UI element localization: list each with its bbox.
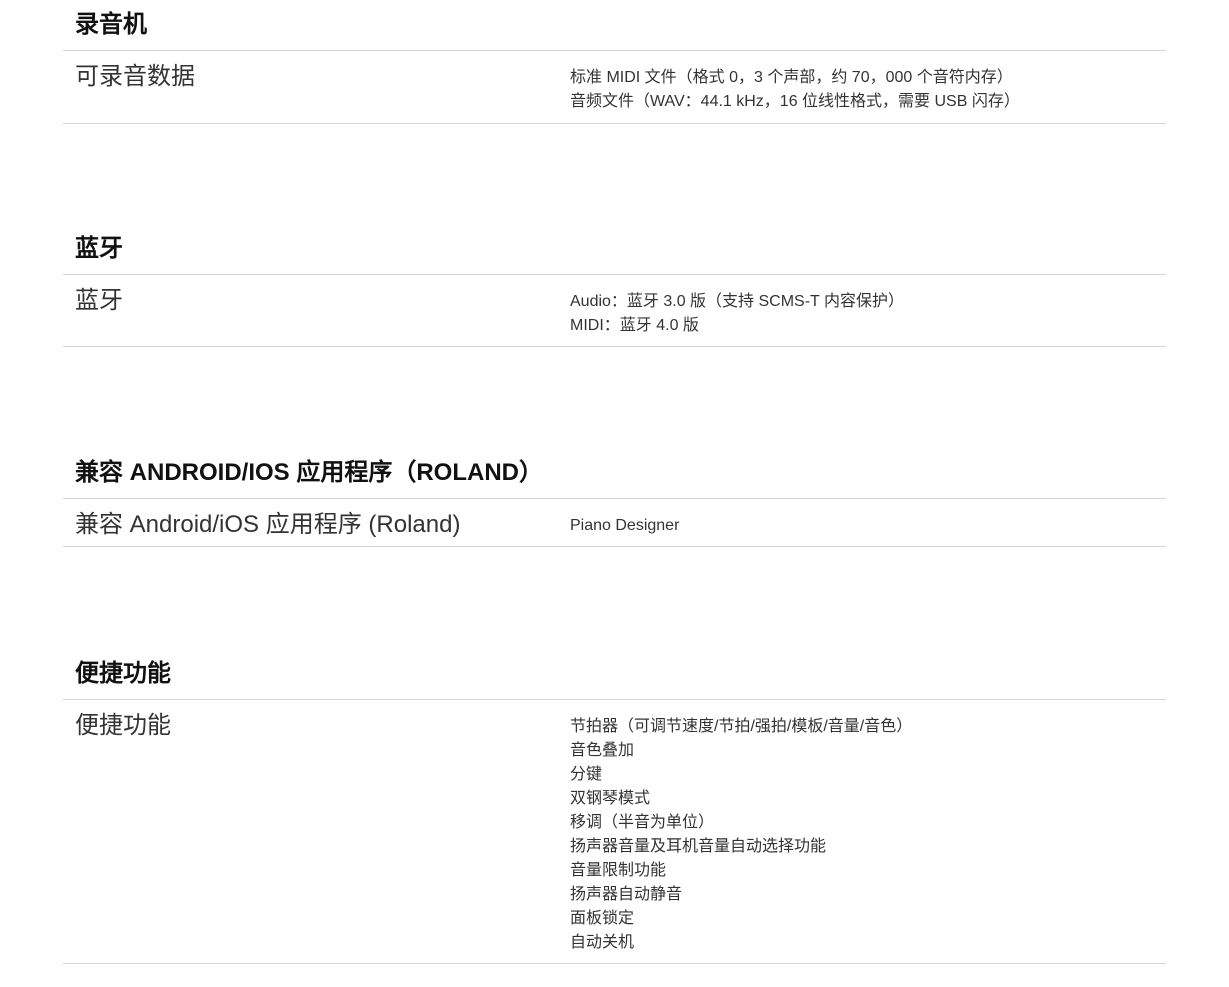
section-title-compatible-apps: 兼容 ANDROID/IOS 应用程序（ROLAND） bbox=[63, 448, 1166, 499]
section-convenience-functions: 便捷功能 便捷功能 节拍器（可调节速度/节拍/强拍/模板/音量/音色） 音色叠加… bbox=[63, 649, 1166, 964]
spec-value-split: 分键 bbox=[570, 766, 603, 783]
spec-value-transpose: 移调（半音为单位） bbox=[570, 814, 715, 831]
spec-value-panel-lock: 面板锁定 bbox=[570, 910, 635, 927]
section-title-convenience-functions: 便捷功能 bbox=[63, 649, 1166, 700]
spec-value-bluetooth-audio: Audio：蓝牙 3.0 版（支持 SCMS-T 内容保护） bbox=[570, 293, 904, 310]
spec-row-recordable-data: 可录音数据 标准 MIDI 文件（格式 0，3 个声部，约 70，000 个音符… bbox=[63, 51, 1166, 124]
spec-value-dual: 音色叠加 bbox=[570, 742, 635, 759]
spec-value-audio-file: 音频文件（WAV：44.1 kHz，16 位线性格式，需要 USB 闪存） bbox=[570, 93, 1020, 110]
spec-value-midi-file: 标准 MIDI 文件（格式 0，3 个声部，约 70，000 个音符内存） bbox=[570, 69, 1013, 86]
spec-value-auto-volume-select: 扬声器音量及耳机音量自动选择功能 bbox=[570, 838, 827, 855]
section-compatible-apps: 兼容 ANDROID/IOS 应用程序（ROLAND） 兼容 Android/i… bbox=[63, 448, 1166, 547]
spec-value-speaker-auto-mute: 扬声器自动静音 bbox=[570, 886, 683, 903]
spec-value-volume-limit: 音量限制功能 bbox=[570, 862, 667, 879]
spec-value-twin-piano: 双钢琴模式 bbox=[570, 790, 651, 807]
spec-row-compatible-apps: 兼容 Android/iOS 应用程序 (Roland) Piano Desig… bbox=[63, 499, 1166, 547]
spec-values-bluetooth: Audio：蓝牙 3.0 版（支持 SCMS-T 内容保护） MIDI：蓝牙 4… bbox=[570, 290, 904, 338]
spec-values-recordable-data: 标准 MIDI 文件（格式 0，3 个声部，约 70，000 个音符内存） 音频… bbox=[570, 66, 1020, 114]
section-title-recorder: 录音机 bbox=[63, 0, 1166, 51]
spec-value-metronome: 节拍器（可调节速度/节拍/强拍/模板/音量/音色） bbox=[570, 718, 913, 735]
spec-label-recordable-data: 可录音数据 bbox=[75, 63, 195, 90]
spec-label-compatible-apps: 兼容 Android/iOS 应用程序 (Roland) bbox=[75, 511, 461, 538]
spec-label-bluetooth: 蓝牙 bbox=[75, 287, 123, 314]
section-bluetooth: 蓝牙 蓝牙 Audio：蓝牙 3.0 版（支持 SCMS-T 内容保护） MID… bbox=[63, 224, 1166, 347]
spec-values-convenience-functions: 节拍器（可调节速度/节拍/强拍/模板/音量/音色） 音色叠加 分键 双钢琴模式 … bbox=[570, 715, 912, 955]
spec-label-convenience-functions: 便捷功能 bbox=[75, 712, 171, 739]
spec-row-bluetooth: 蓝牙 Audio：蓝牙 3.0 版（支持 SCMS-T 内容保护） MIDI：蓝… bbox=[63, 275, 1166, 347]
section-recorder: 录音机 可录音数据 标准 MIDI 文件（格式 0，3 个声部，约 70，000… bbox=[63, 0, 1166, 124]
spec-value-auto-off: 自动关机 bbox=[570, 934, 635, 951]
spec-value-piano-designer: Piano Designer bbox=[570, 517, 680, 534]
section-title-bluetooth: 蓝牙 bbox=[63, 224, 1166, 275]
spec-value-bluetooth-midi: MIDI：蓝牙 4.0 版 bbox=[570, 317, 699, 334]
spec-values-compatible-apps: Piano Designer bbox=[570, 514, 679, 538]
spec-row-convenience-functions: 便捷功能 节拍器（可调节速度/节拍/强拍/模板/音量/音色） 音色叠加 分键 双… bbox=[63, 700, 1166, 964]
